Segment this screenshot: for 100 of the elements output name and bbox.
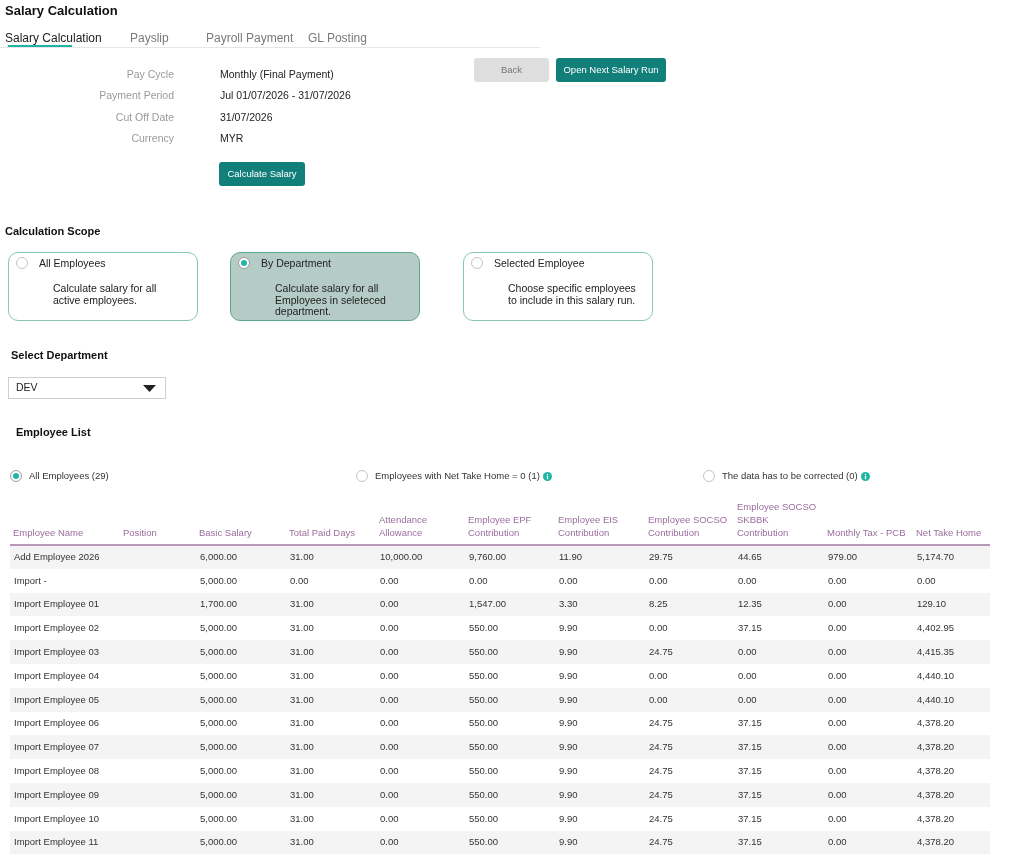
table-cell: Import Employee 11 (10, 830, 120, 855)
table-cell: 550.00 (465, 830, 555, 855)
radio-button[interactable] (16, 257, 28, 269)
table-cell: 37.15 (734, 830, 824, 855)
table-cell: 129.10 (913, 592, 990, 617)
table-cell: 4,378.20 (913, 806, 990, 831)
table-cell: 550.00 (465, 759, 555, 783)
table-cell: 5,000.00 (196, 687, 286, 712)
table-cell: 0.00 (645, 616, 734, 641)
column-header: Net Take Home (916, 526, 982, 539)
table-cell: 31.00 (286, 711, 376, 736)
table-cell: 9.90 (555, 806, 645, 831)
table-cell: 8.25 (645, 592, 734, 617)
filter-label[interactable]: Employees with Net Take Home = 0 (1) (375, 470, 540, 482)
radio-button[interactable] (356, 470, 368, 482)
page-title: Salary Calculation (4, 2, 119, 20)
table-cell: 37.15 (734, 616, 824, 641)
primary-button[interactable]: Open Next Salary Run (556, 58, 666, 82)
option-title: Selected Employee (494, 257, 585, 269)
table-cell: 1,700.00 (196, 592, 286, 617)
table-cell: 550.00 (465, 806, 555, 831)
info-icon[interactable] (860, 471, 870, 481)
table-cell: 0.00 (734, 568, 824, 593)
option-description: Calculate salary for all active employees. (53, 283, 157, 306)
filter-label[interactable]: The data has to be corrected (0) (722, 470, 858, 482)
column-header: Total Paid Days (289, 526, 355, 539)
table-cell: 37.15 (734, 759, 824, 783)
table-cell: 5,000.00 (196, 735, 286, 760)
filter-label[interactable]: All Employees (29) (29, 470, 109, 482)
table-cell: 0.00 (376, 806, 465, 831)
table-cell: 24.75 (645, 711, 734, 736)
table-cell: 5,000.00 (196, 568, 286, 593)
table-cell: Import Employee 06 (10, 711, 120, 736)
table-cell: 24.75 (645, 759, 734, 783)
primary-button[interactable]: Calculate Salary (219, 162, 305, 186)
field-value: Jul 01/07/2026 - 31/07/2026 (220, 88, 351, 104)
table-cell: 9.90 (555, 640, 645, 664)
tab[interactable]: GL Posting (308, 29, 388, 47)
table-cell: 0.00 (734, 687, 824, 712)
table-cell: 4,378.20 (913, 711, 990, 736)
table-cell: 24.75 (645, 830, 734, 855)
back-button[interactable]: Back (474, 58, 549, 82)
table-cell: 5,000.00 (196, 711, 286, 736)
table-cell: 0.00 (824, 664, 913, 688)
table-cell: 37.15 (734, 806, 824, 831)
table-cell: 5,000.00 (196, 782, 286, 807)
table-cell: 0.00 (645, 664, 734, 688)
table-cell: 0.00 (376, 782, 465, 807)
tab[interactable]: Payslip (130, 29, 206, 47)
scope-option-card[interactable]: Selected Employee Choose specific employees to include in this salary run. (463, 252, 653, 321)
radio-button[interactable] (703, 470, 715, 482)
table-cell: 550.00 (465, 687, 555, 712)
table-cell: 550.00 (465, 664, 555, 688)
field-label: Pay Cycle (125, 66, 174, 82)
table-cell: 0.00 (824, 830, 913, 855)
radio-button[interactable] (238, 257, 250, 269)
table-cell: 5,000.00 (196, 830, 286, 855)
table-cell: 0.00 (824, 616, 913, 641)
table-cell: 5,000.00 (196, 806, 286, 831)
table-cell: 0.00 (824, 759, 913, 783)
table-cell: 31.00 (286, 592, 376, 617)
table-cell: Import Employee 04 (10, 664, 120, 688)
table-cell: 12.35 (734, 592, 824, 617)
table-cell: 37.15 (734, 735, 824, 760)
table-cell: Import Employee 02 (10, 616, 120, 641)
radio-button[interactable] (471, 257, 483, 269)
table-cell: 9.90 (555, 735, 645, 760)
table-cell: 5,174.70 (913, 545, 990, 569)
table-cell: 0.00 (286, 568, 376, 593)
column-header: Employee SOCSO SKBBK Contribution (737, 500, 817, 539)
table-cell: 0.00 (824, 711, 913, 736)
table-cell: 5,000.00 (196, 616, 286, 641)
info-icon[interactable] (542, 471, 552, 481)
tab[interactable]: Salary Calculation (5, 29, 130, 47)
table-cell: 29.75 (645, 545, 734, 569)
scope-option-card[interactable]: By Department Calculate salary for all Employees in seleteced department. (230, 252, 420, 321)
section-title: Calculation Scope (4, 224, 102, 238)
table-cell: 0.00 (824, 640, 913, 664)
table-cell: 0.00 (734, 664, 824, 688)
scope-option-card[interactable]: All Employees Calculate salary for all active employees. (8, 252, 198, 321)
department-dropdown[interactable]: DEV (8, 377, 166, 399)
table-cell: 9.90 (555, 830, 645, 855)
table-cell: 0.00 (376, 830, 465, 855)
table-cell: 31.00 (286, 735, 376, 760)
table-cell: Import Employee 05 (10, 687, 120, 712)
table-cell: 4,378.20 (913, 759, 990, 783)
table-cell: 4,378.20 (913, 830, 990, 855)
table-cell: 24.75 (645, 782, 734, 807)
table-cell: 31.00 (286, 830, 376, 855)
table-cell: 37.15 (734, 782, 824, 807)
tab[interactable]: Payroll Payment (206, 29, 308, 47)
option-title: By Department (261, 257, 332, 269)
radio-button[interactable] (10, 470, 22, 482)
section-title: Employee List (15, 425, 92, 439)
table-cell: 550.00 (465, 711, 555, 736)
table-cell: 3.30 (555, 592, 645, 617)
section-title: Select Department (10, 348, 109, 362)
table-cell: 0.00 (824, 806, 913, 831)
table-cell: 979.00 (824, 545, 913, 569)
table-cell: 0.00 (824, 687, 913, 712)
